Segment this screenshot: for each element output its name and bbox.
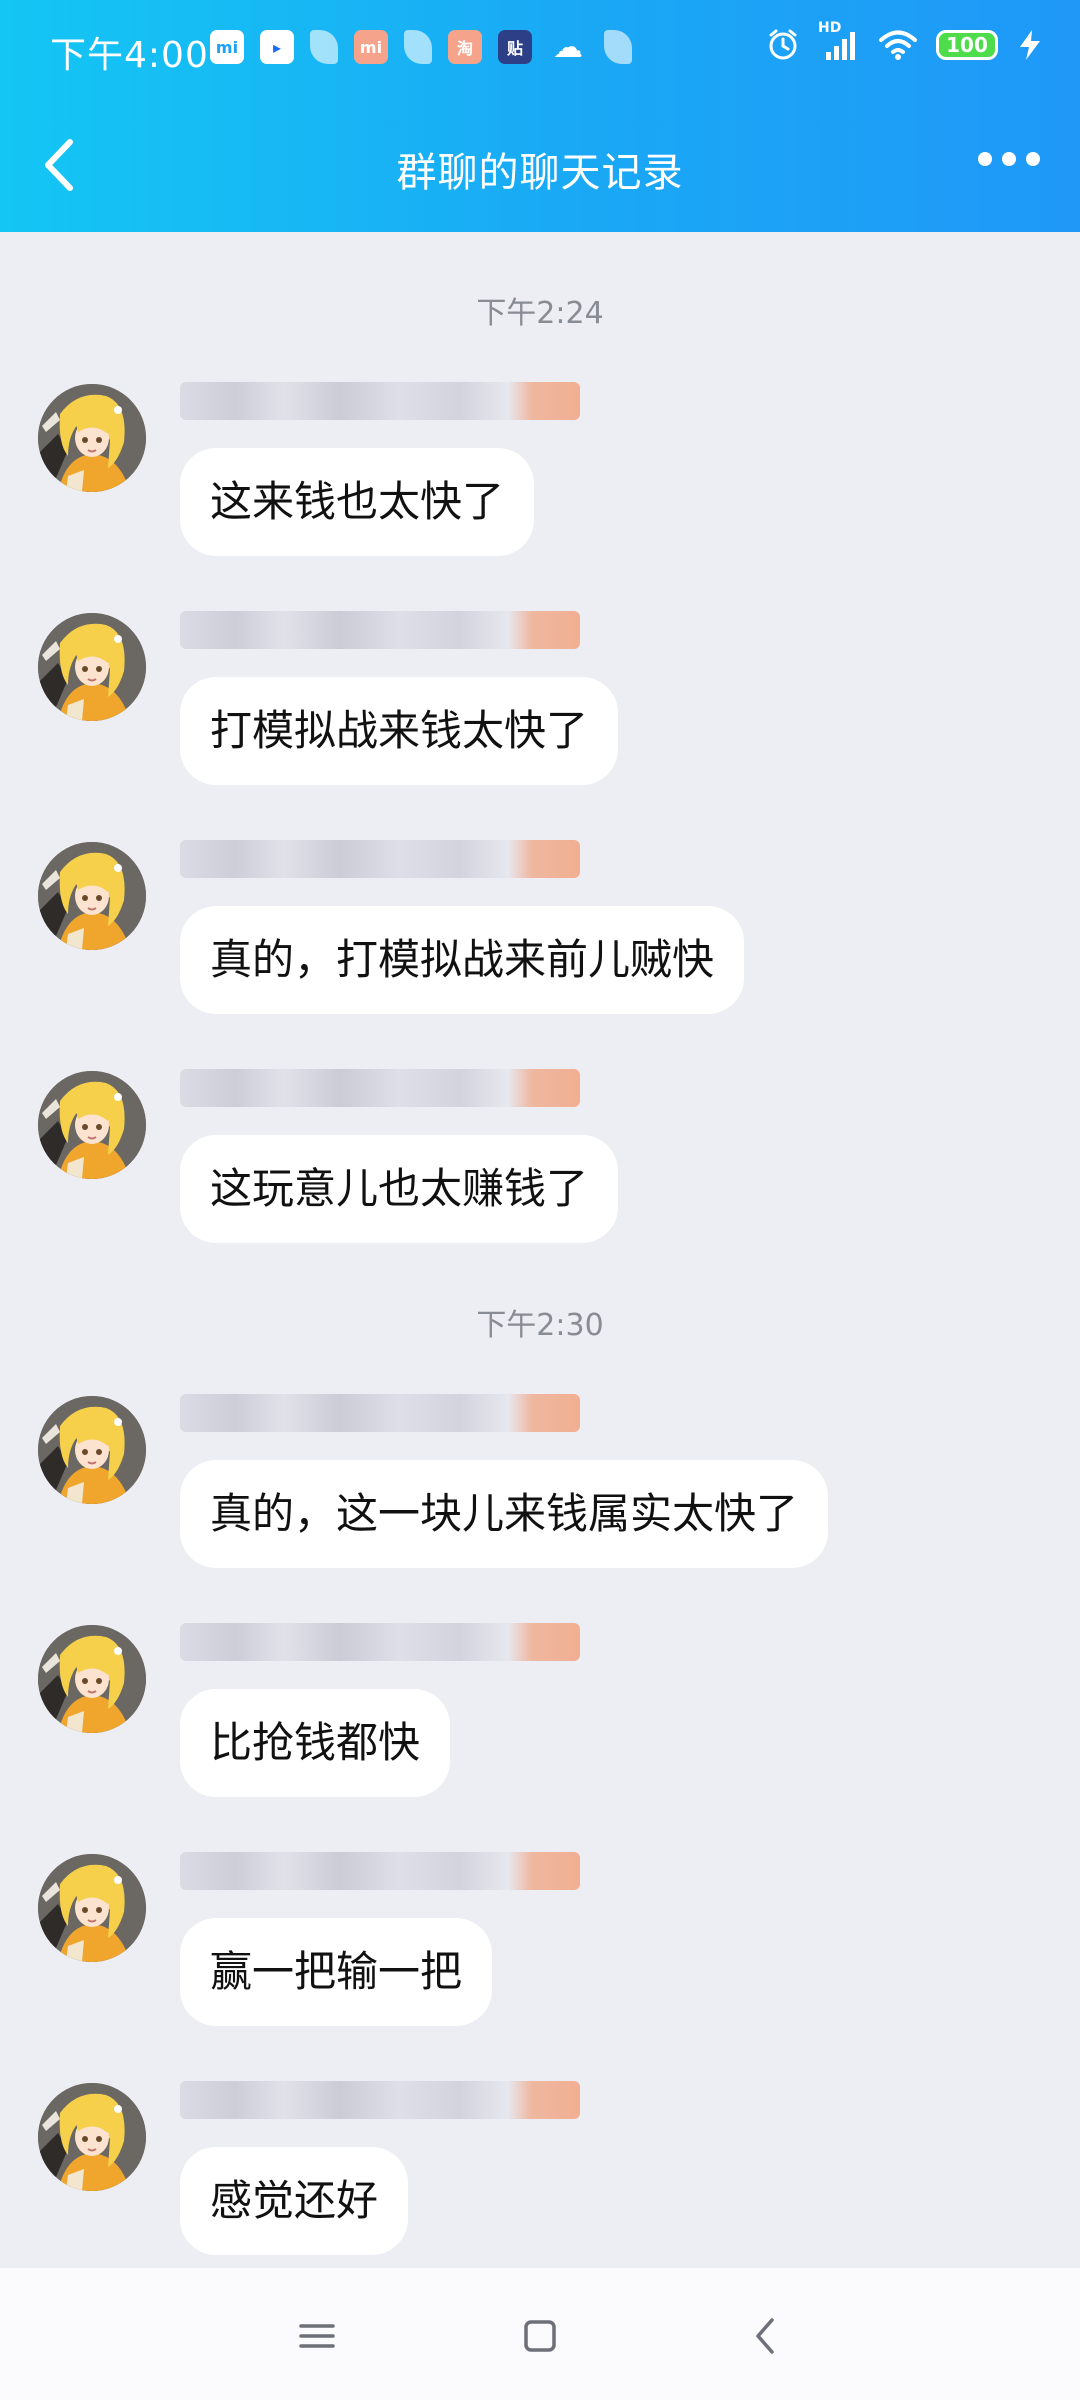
message-bubble[interactable]: 感觉还好: [180, 2147, 409, 2255]
back-chevron-icon: [756, 2318, 774, 2354]
chat-history[interactable]: 下午2:24 这来钱也太快了 打模拟战来钱太快了 真的，打模拟战来前儿贼快 这玩…: [0, 232, 1080, 2268]
nav-home-button[interactable]: [510, 2306, 570, 2366]
avatar[interactable]: [38, 1625, 146, 1733]
taobao-icon: 淘: [448, 30, 482, 64]
alarm-icon: [769, 29, 797, 60]
battery-indicator: 100: [936, 30, 998, 60]
more-button[interactable]: [978, 152, 1040, 166]
mi-app-icon: mi: [210, 30, 244, 64]
system-nav-bar: [0, 2268, 1080, 2400]
leaf-icon: [404, 30, 432, 64]
status-bar: 下午4:00 mi ▸ mi 淘 贴 ☁ HD 100: [0, 0, 1080, 100]
home-square-icon: [524, 2320, 556, 2352]
chat-message: 比抢钱都快: [0, 1623, 1080, 1825]
avatar[interactable]: [38, 842, 146, 950]
leaf-icon: [310, 30, 338, 64]
app-arrow-icon: ▸: [260, 30, 294, 64]
wifi-icon: [879, 30, 917, 60]
more-dots-icon: [978, 152, 992, 166]
header-bar: 下午4:00 mi ▸ mi 淘 贴 ☁ HD 100 群聊的聊天记录: [0, 0, 1080, 232]
chat-message: 打模拟战来钱太快了: [0, 611, 1080, 813]
chat-message: 真的，这一块儿来钱属实太快了: [0, 1394, 1080, 1596]
avatar[interactable]: [38, 1071, 146, 1179]
more-dots-icon: [1026, 152, 1040, 166]
sender-name-blurred: [180, 1852, 580, 1890]
sender-name-blurred: [180, 1623, 580, 1661]
message-bubble[interactable]: 赢一把输一把: [180, 1918, 493, 2026]
sender-name-blurred: [180, 840, 580, 878]
chat-message: 赢一把输一把: [0, 1852, 1080, 2054]
chat-message: 感觉还好: [0, 2081, 1080, 2283]
avatar[interactable]: [38, 1396, 146, 1504]
chat-message: 这来钱也太快了: [0, 382, 1080, 584]
more-dots-icon: [1002, 152, 1016, 166]
time-separator: 下午2:24: [476, 296, 604, 331]
status-time: 下午4:00: [50, 35, 209, 76]
nav-menu-button[interactable]: [287, 2306, 347, 2366]
charging-icon: [1020, 30, 1040, 60]
avatar[interactable]: [38, 2083, 146, 2191]
sender-name-blurred: [180, 382, 580, 420]
sender-name-blurred: [180, 2081, 580, 2119]
sender-name-blurred: [180, 611, 580, 649]
message-bubble[interactable]: 真的，打模拟战来前儿贼快: [180, 906, 745, 1014]
sender-name-blurred: [180, 1394, 580, 1432]
message-bubble[interactable]: 这来钱也太快了: [180, 448, 535, 556]
avatar[interactable]: [38, 1854, 146, 1962]
message-bubble[interactable]: 真的，这一块儿来钱属实太快了: [180, 1460, 829, 1568]
mi-red-app-icon: mi: [354, 30, 388, 64]
menu-icon: [299, 2324, 335, 2348]
sender-name-blurred: [180, 1069, 580, 1107]
chat-message: 这玩意儿也太赚钱了: [0, 1069, 1080, 1271]
chat-message: 真的，打模拟战来前儿贼快: [0, 840, 1080, 1042]
leaf-icon: [604, 30, 632, 64]
avatar[interactable]: [38, 384, 146, 492]
title-bar: 群聊的聊天记录: [0, 110, 1080, 220]
message-bubble[interactable]: 这玩意儿也太赚钱了: [180, 1135, 619, 1243]
status-right: HD 100: [766, 20, 1044, 62]
cloud-icon: ☁: [553, 29, 583, 65]
message-bubble[interactable]: 打模拟战来钱太快了: [180, 677, 619, 785]
notification-icons: mi ▸ mi 淘 贴 ☁: [210, 29, 632, 65]
avatar[interactable]: [38, 613, 146, 721]
page-title: 群聊的聊天记录: [396, 150, 684, 196]
tieba-icon: 贴: [498, 30, 532, 64]
message-bubble[interactable]: 比抢钱都快: [180, 1689, 451, 1797]
nav-back-button[interactable]: [736, 2306, 796, 2366]
cell-signal-icon: HD: [818, 20, 860, 62]
time-separator: 下午2:30: [476, 1308, 604, 1343]
